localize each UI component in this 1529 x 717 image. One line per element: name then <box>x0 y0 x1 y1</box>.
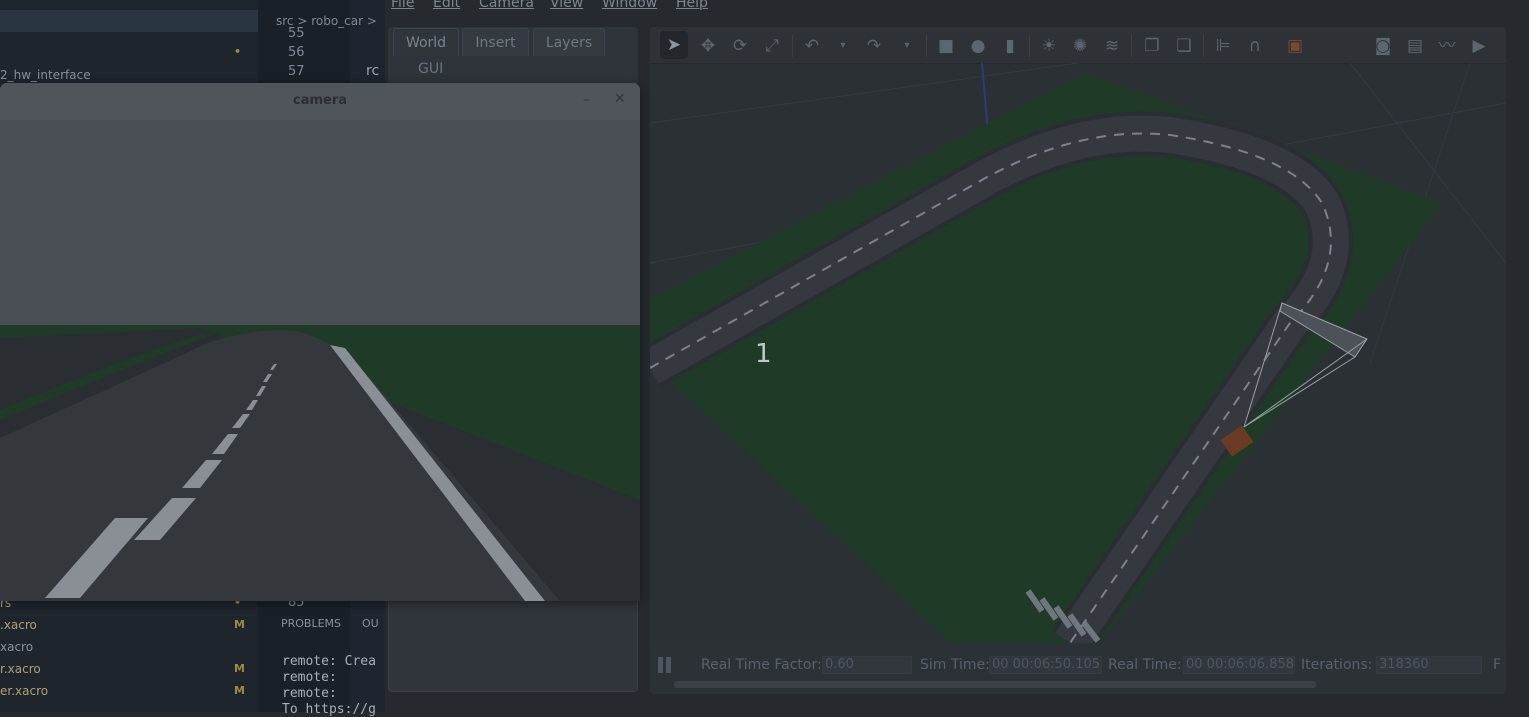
pause-button[interactable] <box>658 657 674 675</box>
directional-light-icon[interactable]: ≋ <box>1101 35 1123 57</box>
point-light-icon[interactable]: ☀ <box>1038 35 1060 57</box>
menu-help[interactable]: Help <box>676 0 708 11</box>
real-time-factor-label: Real Time Factor: <box>701 657 822 673</box>
redo-dropdown-icon[interactable]: ▾ <box>896 35 918 57</box>
line-number: 57 <box>288 64 305 79</box>
horizontal-scrollbar[interactable] <box>674 681 1316 688</box>
toolbar-separator <box>792 35 793 57</box>
tab-world[interactable]: World <box>393 28 459 56</box>
time-panel: Real Time Factor: 0.60 Sim Time: 00 00:0… <box>650 643 1506 694</box>
tab-insert[interactable]: Insert <box>462 28 529 56</box>
explorer-item[interactable]: xacro <box>0 640 33 654</box>
menu-file[interactable]: File <box>391 0 414 11</box>
select-arrow-icon[interactable]: ➤ <box>660 31 688 59</box>
pause-icon <box>658 657 663 673</box>
terminal-line: To https://g <box>282 702 376 717</box>
window-edge <box>1506 0 1529 712</box>
undo-dropdown-icon[interactable]: ▾ <box>832 35 854 57</box>
real-time-factor-value: 0.60 <box>822 656 912 674</box>
close-button[interactable]: ✕ <box>614 91 626 107</box>
align-icon[interactable]: ⊫ <box>1212 35 1234 57</box>
log-icon[interactable]: ▤ <box>1404 35 1426 57</box>
scene-overlay-label: 1 <box>755 339 772 369</box>
line-number: 55 <box>288 26 305 41</box>
box-shape-icon[interactable]: ■ <box>935 35 957 57</box>
change-view-icon[interactable]: ▣ <box>1284 35 1306 57</box>
plot-icon[interactable]: 〰 <box>1436 35 1458 57</box>
tree-item-gui[interactable]: GUI <box>418 61 443 77</box>
camera-feed-image <box>0 120 640 601</box>
spot-light-icon[interactable]: ✺ <box>1069 35 1091 57</box>
scale-icon[interactable]: ⤢ <box>761 35 783 57</box>
camera-image-window[interactable]: camera – ✕ <box>0 83 640 601</box>
iterations-label: Iterations: <box>1301 657 1373 673</box>
toolbar-separator <box>926 35 927 57</box>
explorer-item-status: M <box>234 618 245 631</box>
code-line[interactable]: rc <box>366 63 379 79</box>
terminal-line: remote: <box>282 686 337 701</box>
sim-time-label: Sim Time: <box>920 657 990 673</box>
translate-icon[interactable]: ✥ <box>697 35 719 57</box>
explorer-item[interactable]: .xacro <box>0 618 37 632</box>
property-panel <box>388 600 638 692</box>
snap-icon[interactable]: ∩ <box>1244 35 1266 57</box>
menu-camera[interactable]: Camera <box>479 0 534 11</box>
menu-view[interactable]: View <box>550 0 583 11</box>
line-number: 56 <box>288 45 305 60</box>
sphere-shape-icon[interactable]: ● <box>967 35 989 57</box>
pause-icon <box>666 657 671 673</box>
real-time-label: Real Time: <box>1108 657 1182 673</box>
explorer-item[interactable]: er.xacro <box>0 684 48 698</box>
explorer-item[interactable]: 2_hw_interface <box>0 68 91 82</box>
record-video-icon[interactable]: ▶ <box>1468 35 1490 57</box>
explorer-item[interactable]: r.xacro <box>0 662 41 676</box>
camera-window-titlebar[interactable]: camera – ✕ <box>0 83 640 121</box>
real-time-value: 00 00:06:06.858 <box>1183 656 1295 674</box>
toolbar-separator <box>1203 35 1204 57</box>
fps-label: F <box>1493 657 1502 673</box>
toolbar-separator <box>1131 35 1132 57</box>
explorer-item-status: M <box>234 684 245 697</box>
minimize-button[interactable]: – <box>583 92 595 108</box>
viewport-toolbar: ➤ ✥ ⟳ ⤢ ↶ ▾ ↷ ▾ ■ ● ▮ ☀ ✺ ≋ ❐ ❏ ⊫ ∩ ▣ ◙ … <box>650 27 1506 64</box>
render-viewport[interactable]: ➤ ✥ ⟳ ⤢ ↶ ▾ ↷ ▾ ■ ● ▮ ☀ ✺ ≋ ❐ ❏ ⊫ ∩ ▣ ◙ … <box>650 27 1506 694</box>
screenshot-icon[interactable]: ◙ <box>1372 35 1394 57</box>
terminal-line: remote: Crea <box>282 654 376 669</box>
explorer-modified-dot: • <box>234 45 242 58</box>
camera-sky <box>0 120 640 325</box>
iterations-value: 318360 <box>1376 656 1482 674</box>
cylinder-shape-icon[interactable]: ▮ <box>999 35 1021 57</box>
tab-output[interactable]: OU <box>362 617 379 630</box>
menu-edit[interactable]: Edit <box>433 0 460 11</box>
terminal-line: remote: <box>282 670 337 685</box>
menu-window[interactable]: Window <box>602 0 657 11</box>
explorer-item-status: M <box>234 662 245 675</box>
tab-layers[interactable]: Layers <box>533 28 605 56</box>
redo-icon[interactable]: ↷ <box>863 35 885 57</box>
rotate-icon[interactable]: ⟳ <box>729 35 751 57</box>
paste-icon[interactable]: ❏ <box>1173 35 1195 57</box>
toolbar-separator <box>1029 35 1030 57</box>
undo-icon[interactable]: ↶ <box>801 35 823 57</box>
sim-time-value: 00 00:06:50.105 <box>989 656 1102 674</box>
tab-problems[interactable]: PROBLEMS <box>281 617 341 630</box>
gazebo-3d-scene[interactable] <box>650 63 1506 643</box>
copy-icon[interactable]: ❐ <box>1141 35 1163 57</box>
explorer-selected-row <box>0 10 258 32</box>
window-title: camera <box>292 93 348 108</box>
